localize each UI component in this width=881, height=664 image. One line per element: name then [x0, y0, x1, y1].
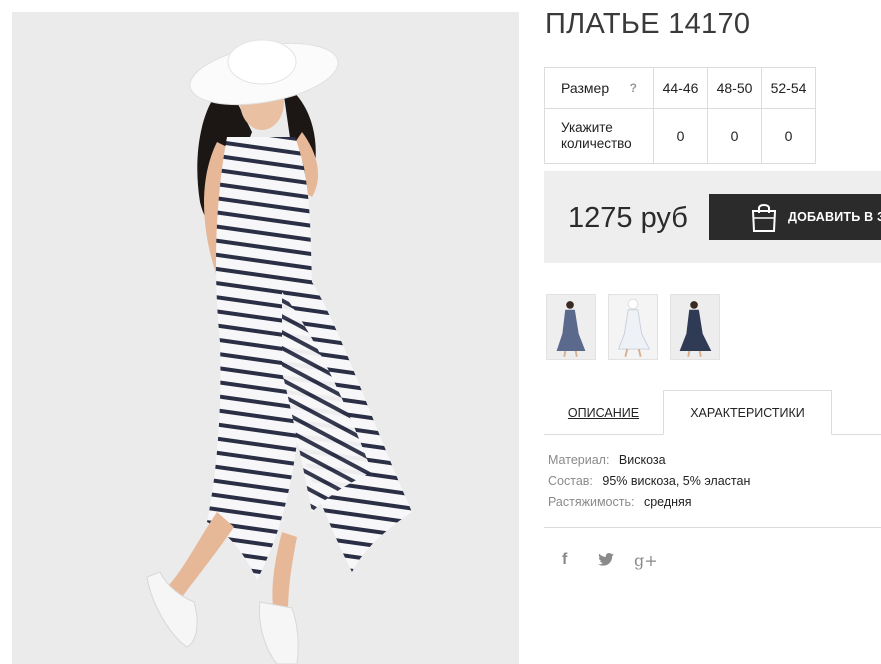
- quantity-input[interactable]: 0: [707, 108, 762, 164]
- characteristic-row: Состав: 95% вискоза, 5% эластан: [548, 473, 750, 494]
- product-price: 1275 руб: [568, 202, 688, 234]
- size-row: Размер ? 44-46 48-50 52-54: [544, 67, 816, 109]
- price-block: 1275 руб ДОБАВИТЬ В ЗАКАЗ: [544, 171, 881, 263]
- add-to-cart-button[interactable]: ДОБАВИТЬ В ЗАКАЗ: [709, 194, 881, 240]
- quantity-label: Укажите количество: [544, 108, 654, 164]
- product-title: ПЛАТЬЕ 14170: [545, 8, 751, 40]
- characteristics-list: Материал: Вискоза Состав: 95% вискоза, 5…: [548, 452, 750, 515]
- thumbnail-image[interactable]: [608, 294, 658, 360]
- add-to-cart-label: ДОБАВИТЬ В ЗАКАЗ: [788, 210, 881, 224]
- quantity-input[interactable]: 0: [761, 108, 816, 164]
- size-option: 44-46: [653, 67, 708, 109]
- tab-description[interactable]: ОПИСАНИЕ: [544, 390, 663, 435]
- size-label-cell: Размер ?: [544, 67, 654, 109]
- characteristic-value: Вискоза: [618, 453, 666, 467]
- size-option: 48-50: [707, 67, 762, 109]
- characteristic-row: Растяжимость: средняя: [548, 494, 750, 515]
- characteristic-key: Растяжимость:: [548, 495, 635, 509]
- size-quantity-table: Размер ? 44-46 48-50 52-54 Укажите колич…: [544, 67, 816, 164]
- tab-characteristics[interactable]: ХАРАКТЕРИСТИКИ: [663, 390, 832, 435]
- characteristic-key: Материал:: [548, 453, 610, 467]
- quantity-input[interactable]: 0: [653, 108, 708, 164]
- facebook-icon[interactable]: f: [562, 551, 567, 569]
- thumbnail-image[interactable]: [546, 294, 596, 360]
- section-divider: [544, 527, 881, 528]
- characteristic-value: средняя: [643, 495, 692, 509]
- help-icon[interactable]: ?: [630, 81, 637, 95]
- size-label: Размер: [561, 80, 610, 96]
- characteristic-key: Состав:: [548, 474, 593, 488]
- quantity-row: Укажите количество 0 0 0: [544, 108, 816, 164]
- product-tabs: ОПИСАНИЕ ХАРАКТЕРИСТИКИ: [544, 390, 881, 435]
- characteristic-value: 95% вискоза, 5% эластан: [602, 474, 751, 488]
- shopping-bag-icon: [751, 204, 777, 232]
- google-plus-icon[interactable]: g+: [634, 551, 658, 570]
- main-product-photo[interactable]: [12, 12, 519, 664]
- characteristic-row: Материал: Вискоза: [548, 452, 750, 473]
- twitter-icon[interactable]: [598, 553, 614, 570]
- thumbnail-image[interactable]: [670, 294, 720, 360]
- size-option: 52-54: [761, 67, 816, 109]
